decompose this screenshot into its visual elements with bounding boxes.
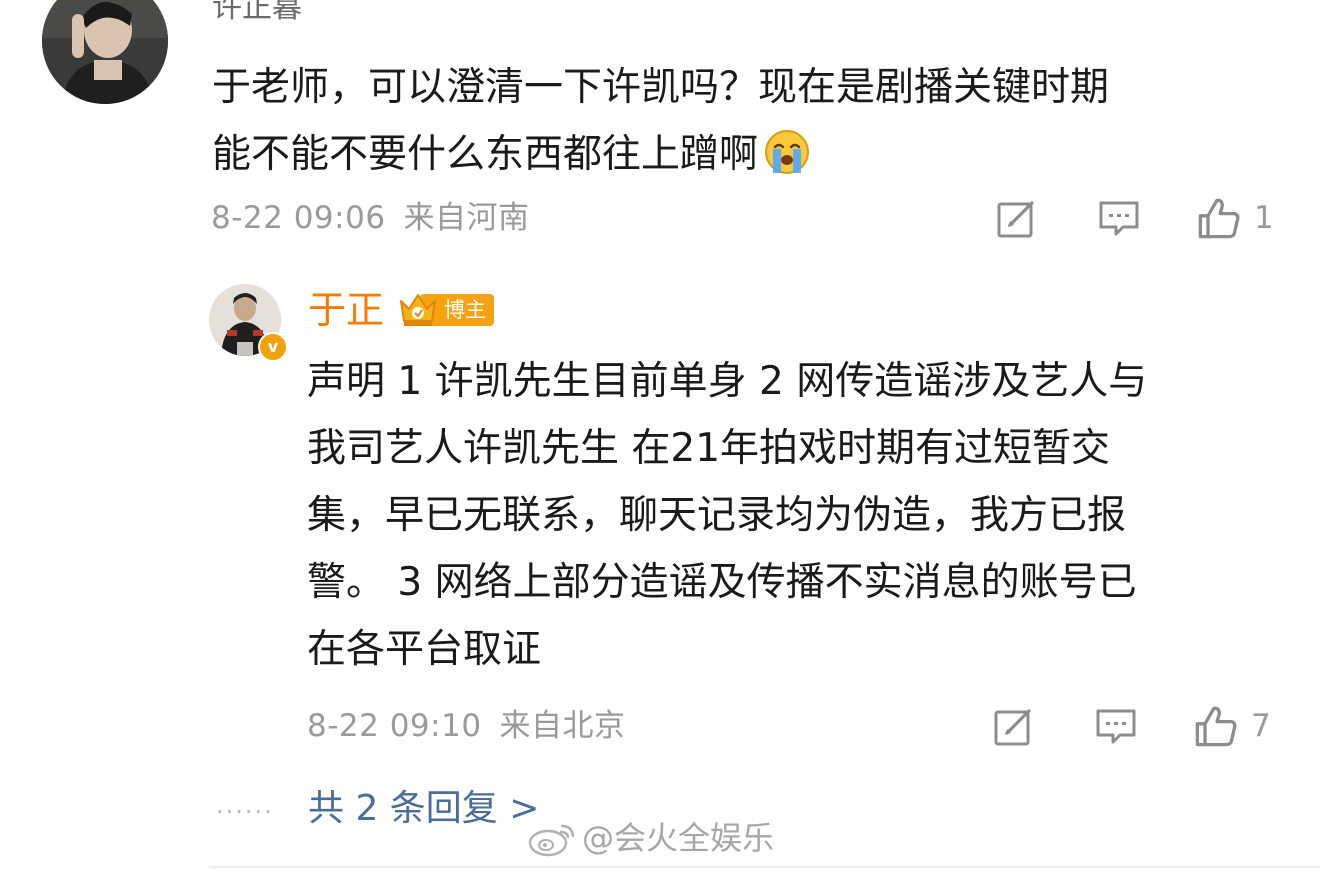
more-replies-link[interactable]: 共 2 条回复 > — [308, 785, 539, 833]
comment-icon — [1096, 709, 1136, 744]
like-count: 7 — [1251, 708, 1271, 744]
comment-button[interactable] — [1098, 197, 1140, 243]
reply-meta: 8-22 09:10 来自北京 — [307, 706, 626, 746]
comment-text: 于老师，可以澄清一下许凯吗？现在是剧播关键时期 能不能不要什么东西都往上蹭啊 — [212, 54, 1292, 196]
share-button[interactable] — [996, 197, 1038, 243]
host-badge: 博主 — [398, 292, 494, 328]
comment-line-text: 能不能不要什么东西都往上蹭啊 — [212, 132, 759, 177]
reply-location: 来自北京 — [499, 708, 626, 744]
crying-face-icon — [764, 129, 810, 196]
commenter-avatar-image — [42, 0, 168, 104]
like-button[interactable]: 1 — [1196, 195, 1274, 241]
thread-dots: ...... — [216, 791, 274, 819]
reply-line: 警。 3 网络上部分造谣及传播不实消息的账号已 — [307, 560, 1137, 605]
commenter-username[interactable]: 许正暮 — [212, 0, 302, 28]
comment-line: 能不能不要什么东西都往上蹭啊 — [212, 121, 1292, 196]
watermark-text: @会火全娱乐 — [582, 819, 775, 857]
crown-icon — [400, 294, 436, 326]
thumbs-up-icon — [1198, 198, 1240, 239]
reply-comment-button[interactable] — [1095, 705, 1137, 751]
reply-line: 我司艺人许凯先生 在21年拍戏时期有过短暂交 — [307, 426, 1111, 471]
reply-line: 声明 1 许凯先生目前单身 2 网传造谣涉及艺人与 — [307, 359, 1148, 404]
reply-date: 8-22 09:10 — [307, 708, 482, 744]
thumbs-up-icon — [1195, 706, 1237, 747]
comment-date: 8-22 09:06 — [211, 200, 386, 236]
share-icon — [994, 709, 1031, 746]
comment-meta: 8-22 09:06 来自河南 — [211, 198, 530, 238]
reply-text: 声明 1 许凯先生目前单身 2 网传造谣涉及艺人与 我司艺人许凯先生 在21年拍… — [307, 348, 1297, 683]
reply-username[interactable]: 于正 — [308, 286, 384, 334]
comment-icon — [1099, 201, 1139, 236]
comment-line: 于老师，可以澄清一下许凯吗？现在是剧播关键时期 — [212, 65, 1110, 110]
like-count: 1 — [1254, 200, 1274, 236]
commenter-avatar[interactable] — [42, 0, 168, 104]
reply-share-button[interactable] — [993, 705, 1035, 751]
reply-like-button[interactable]: 7 — [1193, 703, 1271, 749]
reply-line: 在各平台取证 — [307, 627, 542, 672]
reply-line: 集，早已无联系，聊天记录均为伪造，我方已报 — [307, 493, 1127, 538]
weibo-logo-icon — [528, 824, 575, 857]
verified-v-icon: v — [258, 332, 288, 362]
share-icon — [997, 201, 1034, 238]
comment-location: 来自河南 — [403, 200, 530, 236]
bottom-divider — [209, 866, 1320, 868]
watermark: @会火全娱乐 — [528, 816, 774, 860]
